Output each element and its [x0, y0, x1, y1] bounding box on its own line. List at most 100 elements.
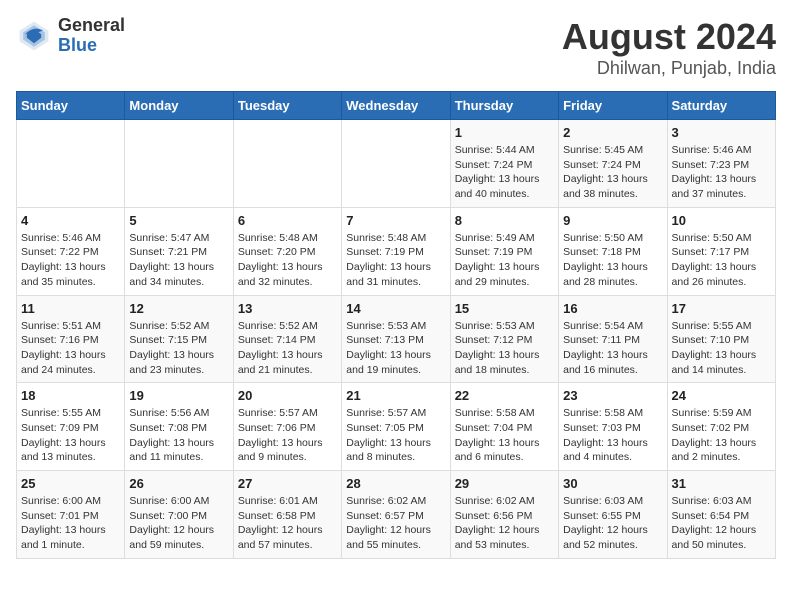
calendar-cell-1-1	[17, 120, 125, 208]
logo-general-text: General	[58, 16, 125, 36]
calendar-cell-5-5: 29 Sunrise: 6:02 AMSunset: 6:56 PMDayligh…	[450, 471, 558, 559]
day-number: 12	[129, 301, 228, 316]
calendar-cell-4-4: 21 Sunrise: 5:57 AMSunset: 7:05 PMDayligh…	[342, 383, 450, 471]
calendar-cell-1-5: 1 Sunrise: 5:44 AMSunset: 7:24 PMDaylight…	[450, 120, 558, 208]
title-block: August 2024 Dhilwan, Punjab, India	[562, 16, 776, 79]
day-number: 5	[129, 213, 228, 228]
calendar-cell-3-5: 15 Sunrise: 5:53 AMSunset: 7:12 PMDayligh…	[450, 295, 558, 383]
calendar-cell-2-4: 7Sunrise: 5:48 AMSunset: 7:19 PMDaylight…	[342, 207, 450, 295]
day-number: 1	[455, 125, 554, 140]
calendar-cell-1-2	[125, 120, 233, 208]
calendar-cell-3-4: 14 Sunrise: 5:53 AMSunset: 7:13 PMDayligh…	[342, 295, 450, 383]
day-detail: Sunrise: 5:46 AMSunset: 7:22 PMDaylight:…	[21, 231, 120, 290]
day-detail: Sunrise: 5:47 AMSunset: 7:21 PMDaylight:…	[129, 231, 228, 290]
day-number: 3	[672, 125, 771, 140]
day-detail: Sunrise: 5:56 AMSunset: 7:08 PMDaylight:…	[129, 406, 228, 465]
day-detail: Sunrise: 5:48 AMSunset: 7:19 PMDaylight:…	[346, 231, 445, 290]
calendar-cell-2-7: 10Sunrise: 5:50 AMSunset: 7:17 PMDayligh…	[667, 207, 775, 295]
day-detail: Sunrise: 5:59 AMSunset: 7:02 PMDaylight:…	[672, 406, 771, 465]
calendar-table: SundayMondayTuesdayWednesdayThursdayFrid…	[16, 91, 776, 559]
calendar-cell-4-2: 19 Sunrise: 5:56 AMSunset: 7:08 PMDayligh…	[125, 383, 233, 471]
calendar-cell-4-5: 22 Sunrise: 5:58 AMSunset: 7:04 PMDayligh…	[450, 383, 558, 471]
day-number: 14	[346, 301, 445, 316]
day-number: 18	[21, 388, 120, 403]
day-number: 8	[455, 213, 554, 228]
calendar-cell-1-4	[342, 120, 450, 208]
day-detail: Sunrise: 5:44 AMSunset: 7:24 PMDaylight:…	[455, 143, 554, 202]
day-number: 4	[21, 213, 120, 228]
day-detail: Sunrise: 5:53 AMSunset: 7:13 PMDaylight:…	[346, 319, 445, 378]
day-number: 21	[346, 388, 445, 403]
week-row-2: 4 Sunrise: 5:46 AMSunset: 7:22 PMDaylight…	[17, 207, 776, 295]
calendar-cell-2-5: 8 Sunrise: 5:49 AMSunset: 7:19 PMDaylight…	[450, 207, 558, 295]
week-row-4: 18 Sunrise: 5:55 AMSunset: 7:09 PMDayligh…	[17, 383, 776, 471]
weekday-tuesday: Tuesday	[233, 92, 341, 120]
logo-icon	[16, 18, 52, 54]
day-number: 19	[129, 388, 228, 403]
calendar-cell-2-1: 4 Sunrise: 5:46 AMSunset: 7:22 PMDaylight…	[17, 207, 125, 295]
day-detail: Sunrise: 5:57 AMSunset: 7:05 PMDaylight:…	[346, 406, 445, 465]
calendar-cell-2-2: 5 Sunrise: 5:47 AMSunset: 7:21 PMDaylight…	[125, 207, 233, 295]
weekday-monday: Monday	[125, 92, 233, 120]
week-row-1: 1 Sunrise: 5:44 AMSunset: 7:24 PMDaylight…	[17, 120, 776, 208]
calendar-cell-2-6: 9Sunrise: 5:50 AMSunset: 7:18 PMDaylight…	[559, 207, 667, 295]
day-number: 10	[672, 213, 771, 228]
weekday-friday: Friday	[559, 92, 667, 120]
week-row-3: 11Sunrise: 5:51 AMSunset: 7:16 PMDayligh…	[17, 295, 776, 383]
day-detail: Sunrise: 5:46 AMSunset: 7:23 PMDaylight:…	[672, 143, 771, 202]
calendar-cell-4-7: 24 Sunrise: 5:59 AMSunset: 7:02 PMDayligh…	[667, 383, 775, 471]
calendar-cell-4-1: 18 Sunrise: 5:55 AMSunset: 7:09 PMDayligh…	[17, 383, 125, 471]
day-detail: Sunrise: 5:51 AMSunset: 7:16 PMDaylight:…	[21, 319, 120, 378]
calendar-cell-1-3	[233, 120, 341, 208]
day-detail: Sunrise: 5:55 AMSunset: 7:10 PMDaylight:…	[672, 319, 771, 378]
day-detail: Sunrise: 6:03 AMSunset: 6:54 PMDaylight:…	[672, 494, 771, 553]
day-number: 2	[563, 125, 662, 140]
calendar-cell-5-2: 26 Sunrise: 6:00 AMSunset: 7:00 PMDayligh…	[125, 471, 233, 559]
calendar-cell-1-6: 2Sunrise: 5:45 AMSunset: 7:24 PMDaylight…	[559, 120, 667, 208]
day-detail: Sunrise: 6:00 AMSunset: 7:01 PMDaylight:…	[21, 494, 120, 553]
day-detail: Sunrise: 5:52 AMSunset: 7:15 PMDaylight:…	[129, 319, 228, 378]
calendar-cell-4-3: 20 Sunrise: 5:57 AMSunset: 7:06 PMDayligh…	[233, 383, 341, 471]
day-detail: Sunrise: 5:54 AMSunset: 7:11 PMDaylight:…	[563, 319, 662, 378]
day-detail: Sunrise: 6:00 AMSunset: 7:00 PMDaylight:…	[129, 494, 228, 553]
logo-blue-text: Blue	[58, 36, 125, 56]
calendar-cell-3-7: 17 Sunrise: 5:55 AMSunset: 7:10 PMDayligh…	[667, 295, 775, 383]
calendar-cell-3-2: 12 Sunrise: 5:52 AMSunset: 7:15 PMDayligh…	[125, 295, 233, 383]
calendar-cell-5-1: 25 Sunrise: 6:00 AMSunset: 7:01 PMDayligh…	[17, 471, 125, 559]
day-number: 16	[563, 301, 662, 316]
day-number: 13	[238, 301, 337, 316]
day-number: 20	[238, 388, 337, 403]
weekday-header-row: SundayMondayTuesdayWednesdayThursdayFrid…	[17, 92, 776, 120]
calendar-cell-5-3: 27 Sunrise: 6:01 AMSunset: 6:58 PMDayligh…	[233, 471, 341, 559]
calendar-subtitle: Dhilwan, Punjab, India	[562, 58, 776, 79]
day-number: 31	[672, 476, 771, 491]
day-number: 23	[563, 388, 662, 403]
weekday-sunday: Sunday	[17, 92, 125, 120]
page-header: General Blue August 2024 Dhilwan, Punjab…	[16, 16, 776, 79]
weekday-saturday: Saturday	[667, 92, 775, 120]
day-number: 26	[129, 476, 228, 491]
day-number: 25	[21, 476, 120, 491]
day-detail: Sunrise: 5:55 AMSunset: 7:09 PMDaylight:…	[21, 406, 120, 465]
day-detail: Sunrise: 5:57 AMSunset: 7:06 PMDaylight:…	[238, 406, 337, 465]
calendar-cell-1-7: 3 Sunrise: 5:46 AMSunset: 7:23 PMDaylight…	[667, 120, 775, 208]
day-detail: Sunrise: 6:02 AMSunset: 6:57 PMDaylight:…	[346, 494, 445, 553]
day-detail: Sunrise: 6:03 AMSunset: 6:55 PMDaylight:…	[563, 494, 662, 553]
week-row-5: 25 Sunrise: 6:00 AMSunset: 7:01 PMDayligh…	[17, 471, 776, 559]
day-detail: Sunrise: 5:58 AMSunset: 7:04 PMDaylight:…	[455, 406, 554, 465]
calendar-cell-5-7: 31 Sunrise: 6:03 AMSunset: 6:54 PMDayligh…	[667, 471, 775, 559]
day-number: 28	[346, 476, 445, 491]
day-number: 17	[672, 301, 771, 316]
day-number: 15	[455, 301, 554, 316]
calendar-cell-3-6: 16 Sunrise: 5:54 AMSunset: 7:11 PMDayligh…	[559, 295, 667, 383]
day-number: 22	[455, 388, 554, 403]
calendar-cell-5-6: 30Sunrise: 6:03 AMSunset: 6:55 PMDayligh…	[559, 471, 667, 559]
day-number: 24	[672, 388, 771, 403]
day-detail: Sunrise: 6:02 AMSunset: 6:56 PMDaylight:…	[455, 494, 554, 553]
calendar-cell-2-3: 6Sunrise: 5:48 AMSunset: 7:20 PMDaylight…	[233, 207, 341, 295]
day-detail: Sunrise: 6:01 AMSunset: 6:58 PMDaylight:…	[238, 494, 337, 553]
day-number: 29	[455, 476, 554, 491]
day-detail: Sunrise: 5:49 AMSunset: 7:19 PMDaylight:…	[455, 231, 554, 290]
day-number: 27	[238, 476, 337, 491]
day-detail: Sunrise: 5:53 AMSunset: 7:12 PMDaylight:…	[455, 319, 554, 378]
